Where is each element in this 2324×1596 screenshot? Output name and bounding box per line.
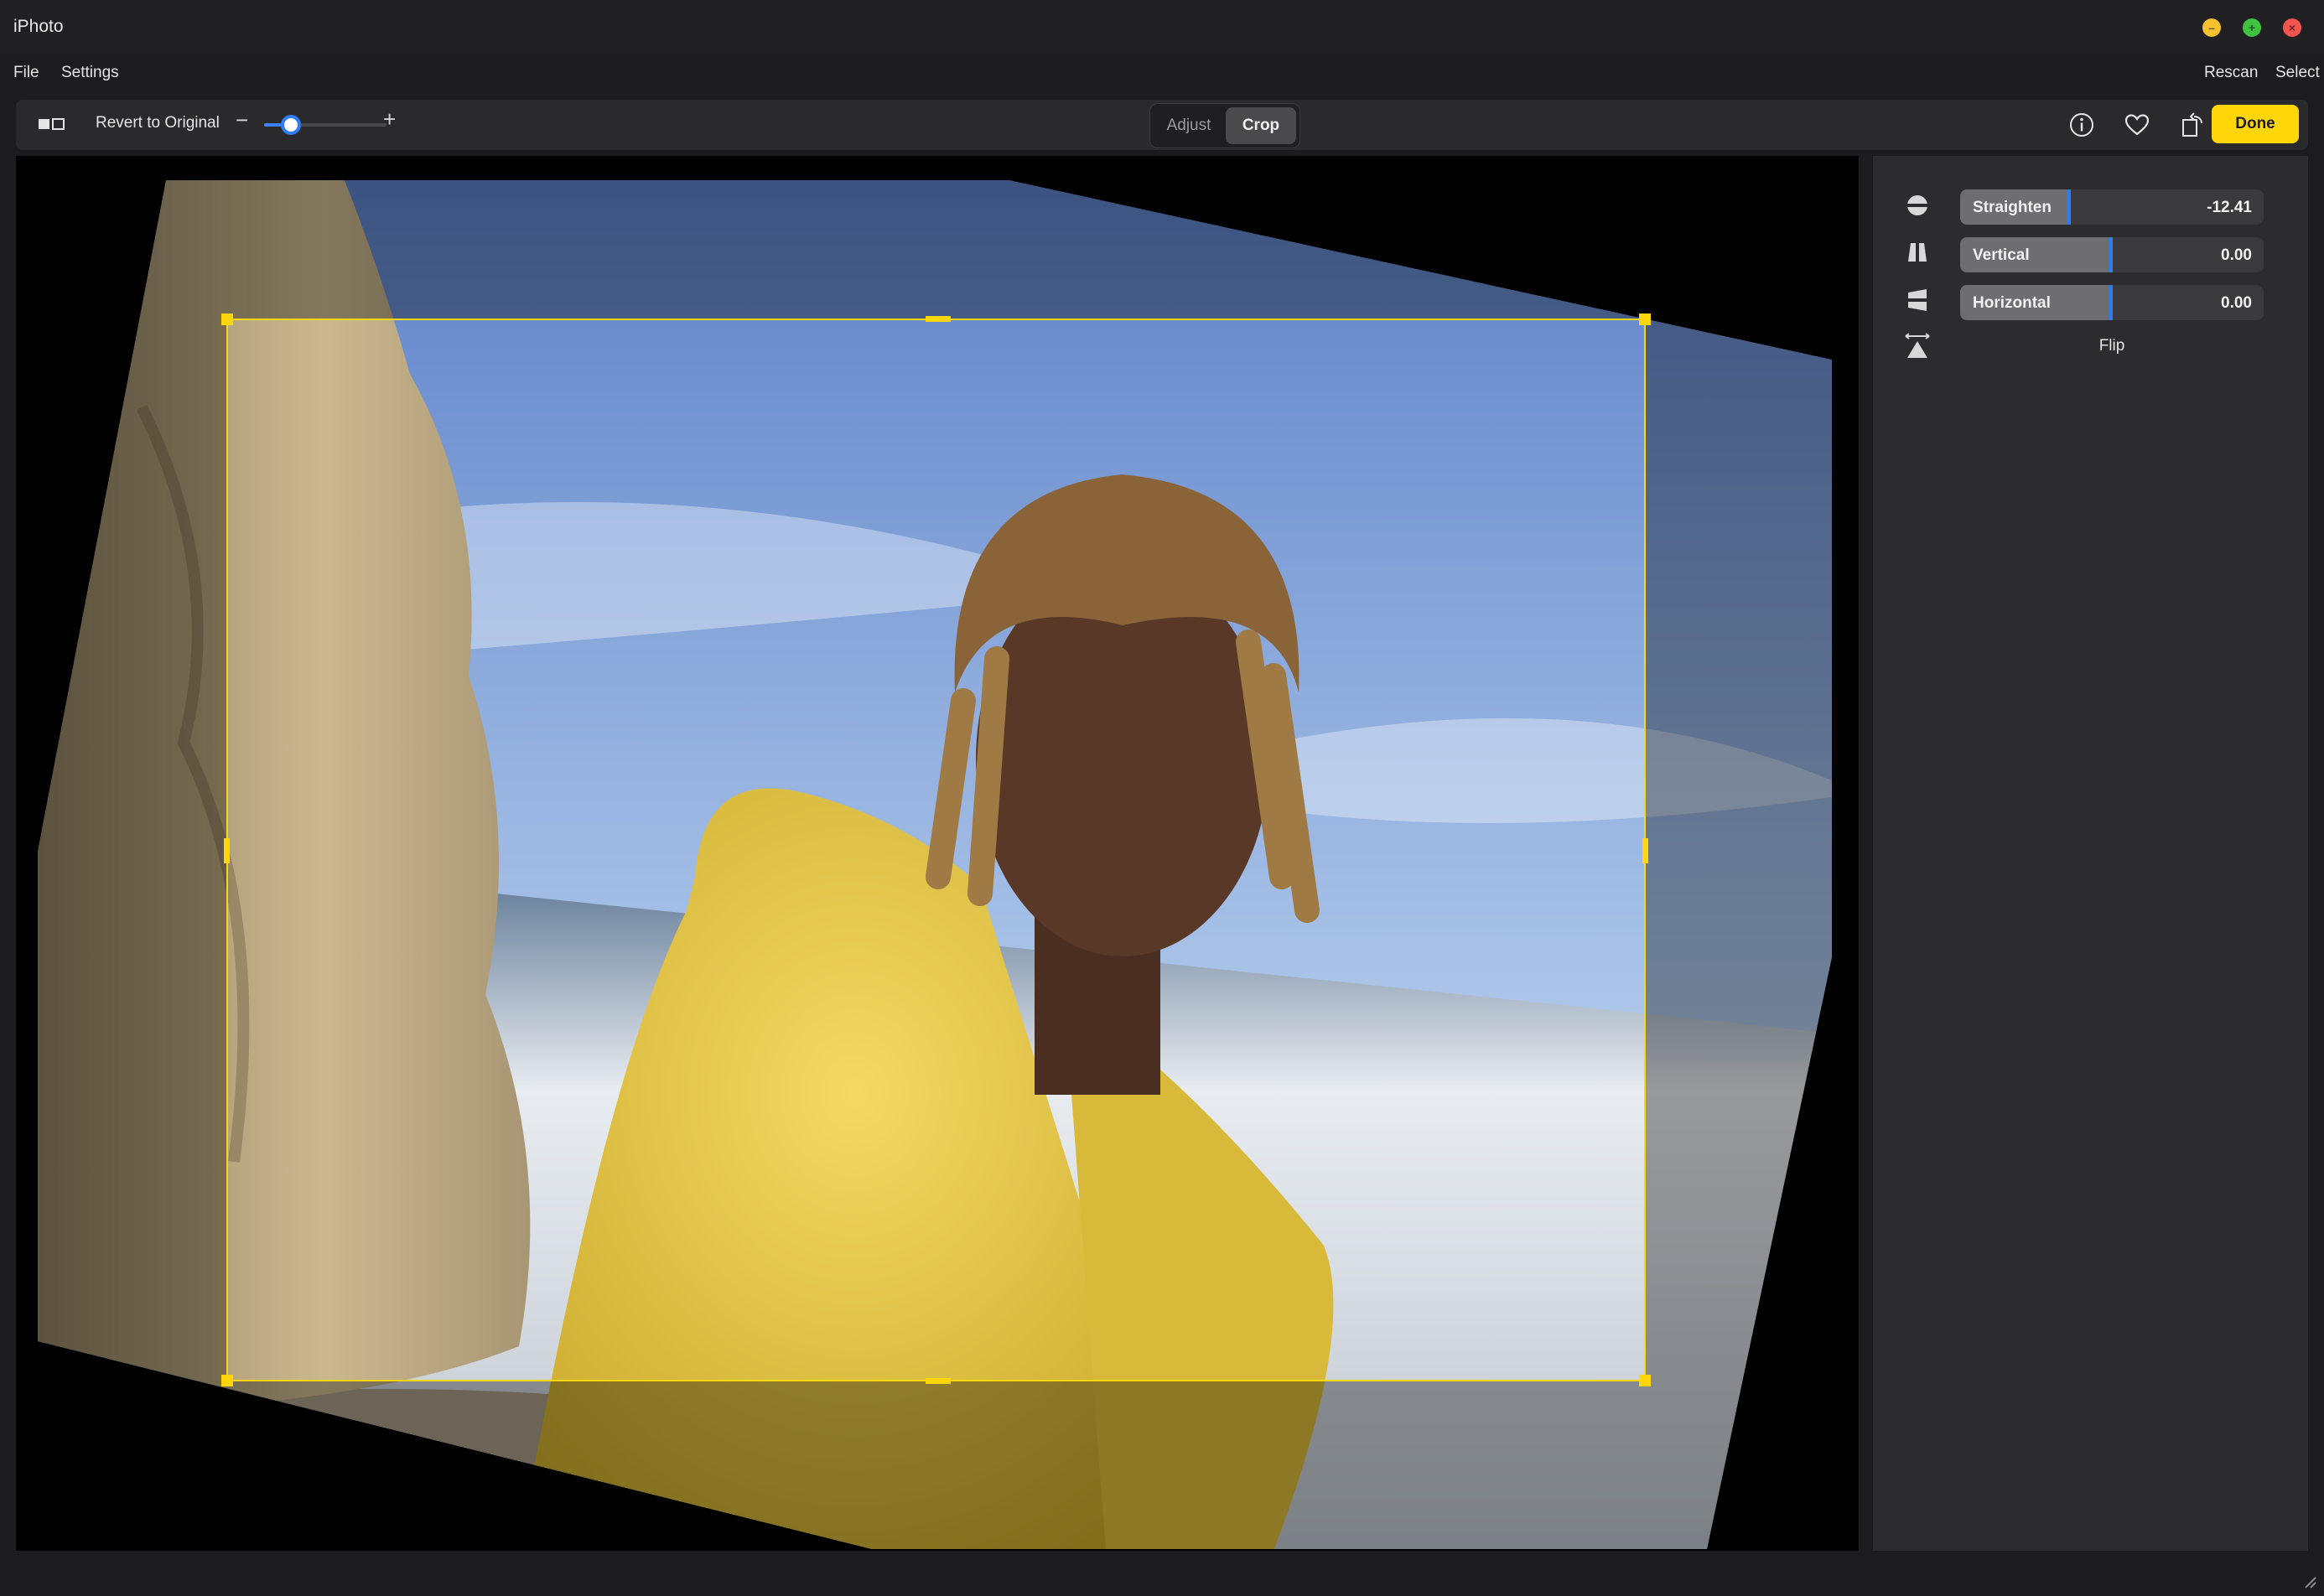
menu-bar: File Settings Rescan Select: [0, 54, 2324, 97]
done-button[interactable]: Done: [2212, 105, 2299, 143]
zoom-slider-knob[interactable]: [281, 115, 302, 135]
close-button[interactable]: ×: [2283, 18, 2301, 37]
revert-to-original-button[interactable]: Revert to Original: [96, 114, 220, 132]
vertical-slider-marker[interactable]: [2109, 237, 2113, 272]
vertical-value: 0.00: [2221, 246, 2252, 264]
maximize-icon: +: [2248, 21, 2256, 34]
window-title: iPhoto: [13, 17, 64, 36]
horizontal-perspective-icon: [1908, 289, 1927, 311]
crop-handle-top[interactable]: [926, 316, 951, 322]
straighten-icon: [1905, 195, 1930, 215]
crop-handle-bottom-left[interactable]: [221, 1375, 233, 1386]
minimize-button[interactable]: –: [2202, 18, 2221, 37]
title-bar: iPhoto – + ×: [0, 0, 2324, 54]
horizontal-slider[interactable]: Horizontal 0.00: [1960, 285, 2264, 320]
close-icon: ×: [2288, 21, 2296, 34]
edit-toolbar: Revert to Original − + Adjust Crop Done: [16, 100, 2308, 150]
image-canvas[interactable]: [16, 156, 1859, 1551]
crop-frame[interactable]: [221, 314, 1651, 1386]
info-icon[interactable]: [2067, 110, 2097, 140]
horizontal-value: 0.00: [2221, 294, 2252, 312]
straighten-value: -12.41: [2207, 199, 2252, 216]
window-resize-grip-icon[interactable]: [2299, 1571, 2317, 1589]
crop-handle-right[interactable]: [1642, 838, 1648, 863]
menu-file[interactable]: File: [13, 64, 39, 82]
crop-handle-bottom-right[interactable]: [1639, 1375, 1651, 1386]
flip-icon[interactable]: [1903, 332, 1932, 360]
tab-adjust[interactable]: Adjust: [1154, 107, 1224, 144]
flip-button[interactable]: Flip: [1960, 337, 2264, 355]
horizontal-label: Horizontal: [1973, 294, 2051, 312]
zoom-out-button[interactable]: −: [236, 107, 248, 133]
zoom-slider[interactable]: [264, 115, 386, 135]
minimize-icon: –: [2208, 21, 2215, 34]
crop-handle-bottom[interactable]: [926, 1378, 951, 1384]
straighten-label: Straighten: [1973, 199, 2052, 216]
mode-switcher: Adjust Crop: [1149, 103, 1300, 148]
zoom-in-button[interactable]: +: [383, 106, 396, 132]
compare-icon[interactable]: [38, 117, 66, 132]
heart-icon[interactable]: [2122, 110, 2152, 140]
straighten-slider-marker[interactable]: [2067, 189, 2071, 225]
crop-handle-top-left[interactable]: [221, 314, 233, 325]
vertical-label: Vertical: [1973, 246, 2030, 264]
straighten-slider[interactable]: Straighten -12.41: [1960, 189, 2264, 225]
menu-settings[interactable]: Settings: [61, 64, 119, 82]
horizontal-slider-marker[interactable]: [2109, 285, 2113, 320]
maximize-button[interactable]: +: [2243, 18, 2261, 37]
vertical-slider[interactable]: Vertical 0.00: [1960, 237, 2264, 272]
tab-crop[interactable]: Crop: [1226, 107, 1296, 144]
vertical-perspective-icon: [1908, 243, 1927, 262]
rotate-icon[interactable]: [2177, 110, 2207, 140]
crop-handle-left[interactable]: [224, 838, 230, 863]
crop-adjust-panel: Straighten -12.41 Vertical 0.00 Horizont…: [1873, 156, 2308, 1551]
rescan-button[interactable]: Rescan: [2204, 64, 2258, 82]
select-button[interactable]: Select: [2275, 64, 2320, 82]
crop-handle-top-right[interactable]: [1639, 314, 1651, 325]
